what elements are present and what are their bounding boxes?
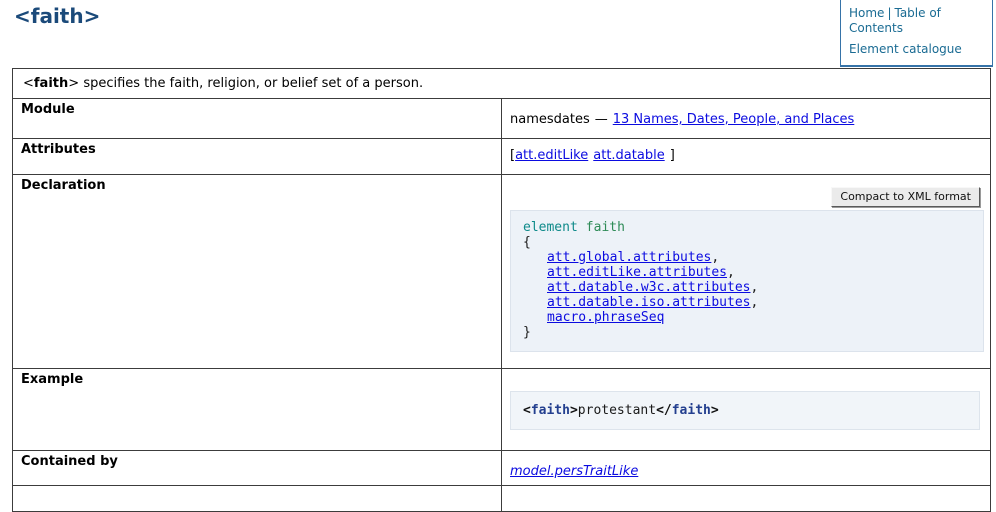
code-link-att-datable-w3c-attributes[interactable]: att.datable.w3c.attributes xyxy=(547,280,751,295)
desc-tag-close: > xyxy=(68,76,79,91)
example-close-gt: > xyxy=(711,403,719,418)
code-element-name: faith xyxy=(586,220,625,235)
code-member-line: macro.phraseSeq xyxy=(523,310,971,325)
page-title: <faith> xyxy=(14,4,100,28)
topnav-box: Home|Table of Contents Element catalogue xyxy=(840,0,993,67)
example-row: Example <faith>protestant</faith> xyxy=(13,369,991,451)
topnav-line-2: Element catalogue xyxy=(849,42,984,57)
description-row: <faith> specifies the faith, religion, o… xyxy=(13,69,991,99)
cutoff-value-cell xyxy=(502,486,991,512)
nav-separator: | xyxy=(887,6,891,20)
attribute-class-link-editlike[interactable]: att.editLike xyxy=(515,148,588,163)
example-content: protestant xyxy=(578,403,656,418)
example-value-cell: <faith>protestant</faith> xyxy=(502,369,991,451)
attribute-class-link-datable[interactable]: att.datable xyxy=(593,148,664,163)
code-line-element: element faith xyxy=(523,220,971,235)
code-suffix: , xyxy=(751,280,759,295)
code-link-macro-phraseseq[interactable]: macro.phraseSeq xyxy=(547,310,664,325)
module-dash: — xyxy=(595,112,608,127)
nav-element-catalogue-link[interactable]: Element catalogue xyxy=(849,42,962,56)
code-member-line: att.datable.iso.attributes, xyxy=(523,295,971,310)
code-close-brace: } xyxy=(523,325,971,340)
example-code-block: <faith>protestant</faith> xyxy=(510,391,980,430)
contained-by-value-cell: model.persTraitLike xyxy=(502,451,991,486)
example-close-tag-name: faith xyxy=(672,403,711,418)
code-link-att-global-attributes[interactable]: att.global.attributes xyxy=(547,250,711,265)
module-name: namesdates xyxy=(510,112,590,127)
desc-tag-name: faith xyxy=(34,76,68,91)
example-label: Example xyxy=(13,369,502,451)
declaration-label: Declaration xyxy=(13,175,502,369)
example-open-lt: < xyxy=(523,403,531,418)
declaration-value-cell: Compact to XML format element faith { att… xyxy=(502,175,991,369)
declaration-code-block: element faith { att.global.attributes, at… xyxy=(510,210,984,352)
code-link-att-datable-iso-attributes[interactable]: att.datable.iso.attributes xyxy=(547,295,751,310)
code-suffix: , xyxy=(751,295,759,310)
code-member-line: att.datable.w3c.attributes, xyxy=(523,280,971,295)
desc-tag-open: < xyxy=(23,76,34,91)
compact-to-xml-button[interactable]: Compact to XML format xyxy=(831,187,980,207)
nav-home-link[interactable]: Home xyxy=(849,6,884,20)
topnav-line-1: Home|Table of Contents xyxy=(849,6,984,36)
module-value-cell: namesdates — 13 Names, Dates, People, and … xyxy=(502,99,991,139)
code-link-att-editlike-attributes[interactable]: att.editLike.attributes xyxy=(547,265,727,280)
example-close-lt: </ xyxy=(656,403,672,418)
contained-by-model-link[interactable]: model.persTraitLike xyxy=(510,464,638,479)
attributes-label: Attributes xyxy=(13,139,502,175)
element-description: <faith> specifies the faith, religion, o… xyxy=(13,69,991,99)
cutoff-row xyxy=(13,486,991,512)
example-open-gt: > xyxy=(570,403,578,418)
contained-by-label: Contained by xyxy=(13,451,502,486)
code-keyword: element xyxy=(523,220,578,235)
attributes-close-bracket: ] xyxy=(670,148,675,163)
example-open-tag-name: faith xyxy=(531,403,570,418)
declaration-row: Declaration Compact to XML format elemen… xyxy=(13,175,991,369)
code-suffix: , xyxy=(727,265,735,280)
module-chapter-link[interactable]: 13 Names, Dates, People, and Places xyxy=(613,112,855,127)
cutoff-label-cell xyxy=(13,486,502,512)
code-suffix: , xyxy=(711,250,719,265)
module-row: Module namesdates — 13 Names, Dates, Peopl… xyxy=(13,99,991,139)
contained-by-row: Contained by model.persTraitLike xyxy=(13,451,991,486)
attributes-row: Attributes [att.editLikeatt.datable] xyxy=(13,139,991,175)
declaration-toolbar: Compact to XML format xyxy=(502,187,980,207)
element-reference-table: <faith> specifies the faith, religion, o… xyxy=(12,68,991,512)
attributes-value-cell: [att.editLikeatt.datable] xyxy=(502,139,991,175)
code-open-brace: { xyxy=(523,235,971,250)
code-member-line: att.global.attributes, xyxy=(523,250,971,265)
module-label: Module xyxy=(13,99,502,139)
code-member-line: att.editLike.attributes, xyxy=(523,265,971,280)
desc-text: specifies the faith, religion, or belief… xyxy=(83,76,423,91)
